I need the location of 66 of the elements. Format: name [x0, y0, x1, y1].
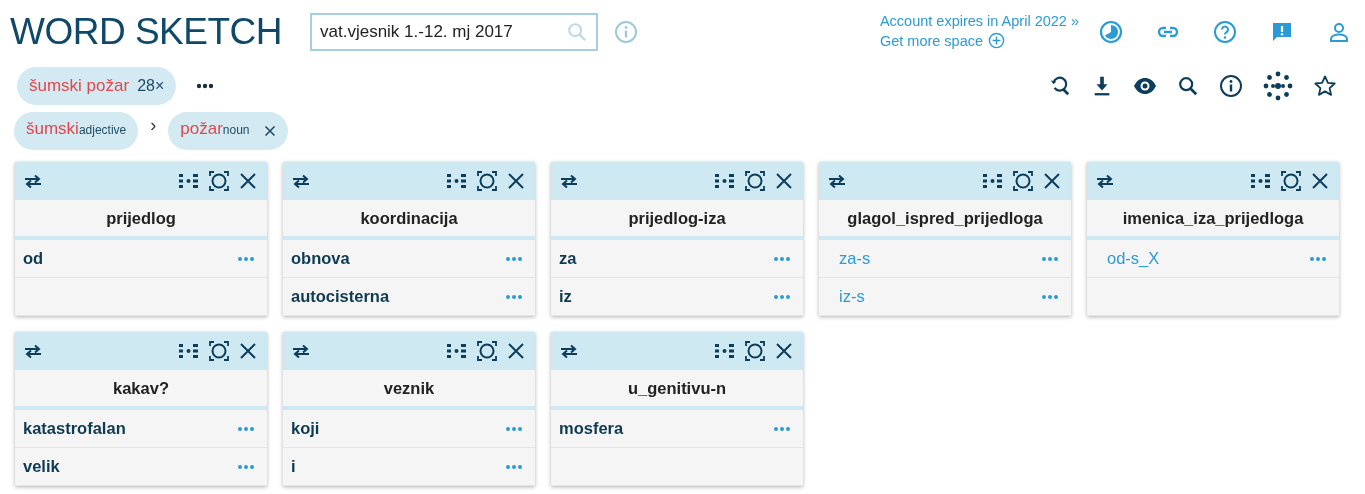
card-title: u_genitivu-n [551, 370, 803, 410]
plus-circle-icon[interactable] [988, 32, 1006, 49]
close-icon[interactable] [239, 342, 257, 360]
close-icon[interactable] [775, 172, 793, 190]
collocation-word[interactable]: obnova [291, 249, 350, 268]
collocation-word[interactable]: za [559, 249, 577, 268]
star-icon[interactable] [1313, 74, 1337, 98]
collocation-word[interactable]: autocisterna [291, 287, 390, 306]
grid-dots-icon[interactable] [179, 344, 199, 358]
query-chip[interactable]: šumski požar 28× [17, 67, 177, 105]
swap-icon[interactable] [291, 344, 311, 358]
dots-circle-icon[interactable] [1263, 71, 1293, 101]
swap-icon[interactable] [23, 174, 43, 188]
close-icon[interactable] [239, 172, 257, 190]
grid-dots-icon[interactable] [179, 174, 199, 188]
swap-icon[interactable] [291, 174, 311, 188]
grid-dots-icon[interactable] [447, 344, 467, 358]
grid-dots-icon[interactable] [447, 174, 467, 188]
swap-icon[interactable] [559, 344, 579, 358]
search-reset-icon[interactable] [1049, 75, 1071, 97]
help-icon[interactable] [1213, 20, 1237, 44]
focus-icon[interactable] [745, 171, 765, 191]
collocation-word[interactable]: mosfera [559, 419, 624, 438]
card-title: glagol_ispred_prijedloga [819, 200, 1071, 240]
close-icon[interactable] [1043, 172, 1061, 190]
search-field[interactable]: vat.vjesnik 1.-12. mj 2017 [310, 13, 598, 51]
focus-icon[interactable] [209, 341, 229, 361]
close-icon[interactable] [775, 342, 793, 360]
feedback-icon[interactable] [1270, 20, 1294, 44]
collocation-word[interactable]: velik [23, 457, 60, 476]
focus-icon[interactable] [477, 341, 497, 361]
swap-icon[interactable] [1095, 174, 1115, 188]
close-icon[interactable] [1311, 172, 1329, 190]
separator-arrow: › [150, 114, 157, 136]
card-title: koordinacija [283, 200, 535, 240]
app-title: WORD SKETCH [10, 11, 283, 53]
grid-dots-icon[interactable] [715, 344, 735, 358]
focus-icon[interactable] [209, 171, 229, 191]
card-title: imenica_iza_prijedloga [1087, 200, 1339, 240]
grid-dots-icon[interactable] [1251, 174, 1271, 188]
swap-icon[interactable] [827, 174, 847, 188]
collocation-word[interactable]: katastrofalan [23, 419, 126, 438]
collocation-word[interactable]: koji [291, 419, 320, 438]
search-icon[interactable] [1177, 75, 1199, 97]
grid-dots-icon[interactable] [983, 174, 1003, 188]
info-icon[interactable] [1219, 74, 1243, 98]
collocation-word[interactable]: iz [559, 287, 572, 306]
focus-icon[interactable] [745, 341, 765, 361]
card-title: prijedlog [15, 200, 267, 240]
user-icon[interactable] [1327, 20, 1351, 44]
focus-icon[interactable] [1281, 171, 1301, 191]
swap-icon[interactable] [23, 344, 43, 358]
card-title: kakav? [15, 370, 267, 410]
close-icon[interactable] [507, 172, 525, 190]
collocation-word[interactable]: od [23, 249, 44, 268]
focus-icon[interactable] [1013, 171, 1033, 191]
close-icon[interactable] [263, 125, 276, 137]
card-title: prijedlog-iza [551, 200, 803, 240]
clock-icon[interactable] [1099, 20, 1123, 44]
card-title: veznik [283, 370, 535, 410]
grid-dots-icon[interactable] [715, 174, 735, 188]
collocation-word[interactable]: i [291, 457, 296, 476]
focus-icon[interactable] [477, 171, 497, 191]
swap-icon[interactable] [559, 174, 579, 188]
more-icon[interactable] [196, 83, 215, 89]
close-icon[interactable] [507, 342, 525, 360]
